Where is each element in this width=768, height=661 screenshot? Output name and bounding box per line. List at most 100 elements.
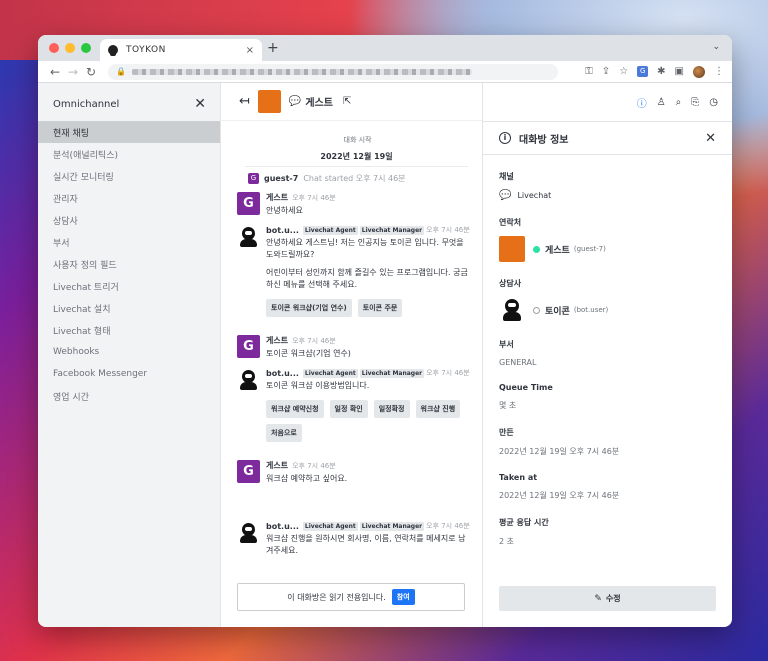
sidebar-item-agents[interactable]: 상담사 [38,209,220,231]
system-username: guest-7 [264,174,299,183]
blurred-url [131,68,472,75]
agent-username: (bot.user) [573,306,609,314]
pencil-icon: ✎ [594,593,602,604]
contact-name: 게스트 [545,245,570,256]
action-button-proceed[interactable]: 워크샵 진행 [415,400,461,418]
action-button-confirm-schedule[interactable]: 일정확정 [373,400,410,418]
profile-avatar[interactable] [693,65,705,78]
action-button-order[interactable]: 토이콘 주문 [357,299,403,317]
sidebar-item-analytics[interactable]: 분석(애널리틱스) [38,143,220,165]
tab-search-icon[interactable]: ⌄ [712,42,720,52]
room-toolbar: ⓘ ♙ ⌕ ⎘ ◷ [637,95,718,110]
bot-avatar[interactable] [237,368,260,391]
agent-label: 상담사 [499,279,522,288]
sidebar-item-departments[interactable]: 부서 [38,231,220,253]
edit-button[interactable]: ✎ 수정 [499,586,716,611]
user-icon[interactable]: ♙ [657,97,666,108]
sidebar-item-realtime[interactable]: 실시간 모니터링 [38,165,220,187]
attachment-icon[interactable]: ⎘ [691,97,699,108]
search-icon[interactable]: ⌕ [676,97,682,108]
translate-icon[interactable]: G [637,66,649,77]
message-author[interactable]: bot.u... [266,522,299,531]
tab-close-icon[interactable]: × [246,45,254,56]
toolbar: ← → ↻ 🔒 ⚿ ⇪ ☆ G ✱ ▣ ⋮ [38,61,732,83]
extension-area: ⚿ ⇪ ☆ G ✱ ▣ ⋮ [585,65,724,78]
message-author[interactable]: 게스트 [266,335,288,346]
readonly-text: 이 대화방은 읽기 전용입니다. [287,592,386,602]
address-bar[interactable]: 🔒 [108,63,558,80]
chat-main: ↤ 💬 게스트 ⇱ 대화 시작 2022년 12월 19일 G guest-7 … [221,83,483,627]
info-panel-title: 대화방 정보 [519,134,569,146]
sidebar-list: 현재 채팅 분석(애널리틱스) 실시간 모니터링 관리자 상담사 부서 사용자 … [38,121,220,407]
join-button[interactable]: 참여 [391,589,415,605]
bot-avatar[interactable] [237,225,260,248]
role-tag: Livechat Manager [359,368,425,378]
star-icon[interactable]: ☆ [619,66,628,77]
message-text: 어린이부터 성인까지 함께 즐길수 있는 프로그램입니다. 궁금하신 메뉴를 선… [266,268,468,289]
bot-avatar[interactable] [237,521,260,544]
message-item: bot.u... Livechat Agent Livechat Manager… [233,368,482,442]
message-text: 토이콘 워크샵(기업 연수) [266,349,351,358]
close-window-button[interactable] [49,43,59,53]
action-buttons: 토이콘 워크샵(기업 연수) 토이콘 주문 [266,299,482,317]
sidebar-item-livechat-triggers[interactable]: Livechat 트리거 [38,275,220,297]
livechat-bubble-icon: 💬 [288,96,302,107]
sidebar-item-livechat-appearance[interactable]: Livechat 형태 [38,319,220,341]
minimize-window-button[interactable] [65,43,75,53]
action-button-reserve[interactable]: 워크샵 예약신청 [266,400,324,418]
browser-tab[interactable]: TOYKON × [100,39,262,61]
sidebar-item-business-hours[interactable]: 영업 시간 [38,385,220,407]
channel-value: Livechat [517,191,552,200]
maximize-window-button[interactable] [81,43,91,53]
sidebar-item-managers[interactable]: 관리자 [38,187,220,209]
sidebar-item-current-chats[interactable]: 현재 채팅 [38,121,220,143]
new-tab-button[interactable]: + [267,40,279,56]
forward-arrow-icon[interactable]: → [64,65,82,79]
contact-username: (guest-7) [573,245,606,253]
room-info-icon[interactable]: ⓘ [637,95,647,110]
role-tag: Livechat Agent [302,521,358,531]
action-button-workshop[interactable]: 토이콘 워크샵(기업 연수) [266,299,352,317]
created-label: 만든 [499,428,514,437]
message-text: 워크샵 예약하고 싶어요. [266,474,348,483]
info-panel-body: 채널 💬 Livechat 연락처 게스트 (guest-7) 상담사 토이콘 [483,171,732,547]
message-time: 오후 7시 46분 [292,461,336,470]
message-time: 오후 7시 46분 [426,226,470,234]
message-author[interactable]: 게스트 [266,460,288,471]
message-author[interactable]: bot.u... [266,369,299,378]
room-avatar [257,90,281,113]
kebab-menu-icon[interactable]: ⋮ [714,66,724,77]
queue-time-label: Queue Time [499,383,553,392]
date-divider: 2022년 12월 19일 [245,151,468,167]
guest-avatar[interactable]: G [237,460,260,483]
sidebar-close-icon[interactable]: ✕ [194,96,206,112]
avg-response-value: 2 초 [499,537,514,546]
share-icon[interactable]: ⇪ [602,66,610,77]
sidebar-title: Omnichannel [53,98,120,110]
forward-chat-icon[interactable]: ⇱ [343,96,351,107]
sidepanel-icon[interactable]: ▣ [675,66,684,77]
message-author[interactable]: bot.u... [266,226,299,235]
sidebar-item-livechat-install[interactable]: Livechat 설치 [38,297,220,319]
action-button-check-schedule[interactable]: 일정 확인 [329,400,368,418]
contact-row[interactable]: 게스트 (guest-7) [499,236,716,262]
readonly-notice: 이 대화방은 읽기 전용입니다. 참여 [237,583,465,611]
guest-avatar[interactable]: G [237,335,260,358]
message-text: 워크샵 진행을 원하시면 회사명, 이름, 연락처를 메세지로 남겨주세요. [266,534,466,555]
sidebar-item-webhooks[interactable]: Webhooks [38,341,220,363]
guest-avatar[interactable]: G [237,192,260,215]
app-body: Omnichannel ✕ 현재 채팅 분석(애널리틱스) 실시간 모니터링 관… [38,83,732,627]
key-icon[interactable]: ⚿ [585,66,593,77]
sidebar-item-custom-fields[interactable]: 사용자 정의 필드 [38,253,220,275]
reload-icon[interactable]: ↻ [82,65,100,79]
action-button-home[interactable]: 처음으로 [266,424,302,442]
sidebar-item-facebook[interactable]: Facebook Messenger [38,363,220,385]
back-arrow-icon[interactable]: ← [46,65,64,79]
puzzle-icon[interactable]: ✱ [657,66,665,77]
department-label: 부서 [499,340,514,349]
agent-row[interactable]: 토이콘 (bot.user) [499,297,716,323]
history-clock-icon[interactable]: ◷ [709,97,718,108]
message-author[interactable]: 게스트 [266,192,288,203]
close-icon[interactable]: ✕ [705,131,716,146]
back-arrow-icon[interactable]: ↤ [239,94,250,109]
